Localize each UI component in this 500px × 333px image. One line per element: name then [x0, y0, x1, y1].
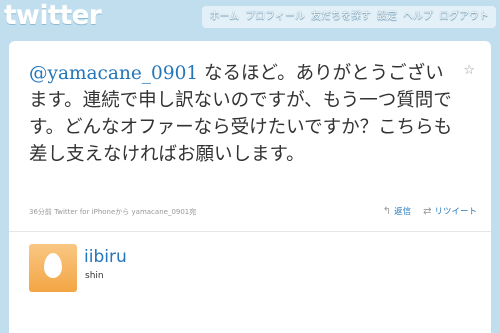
default-egg-icon — [44, 253, 62, 278]
mention-link[interactable]: @yamacane_0901 — [29, 63, 198, 84]
divider — [9, 231, 491, 232]
author-screen-name-link[interactable]: iibiru — [84, 247, 127, 267]
nav-help-link[interactable]: ヘルプ — [400, 6, 436, 28]
tweet-text: @yamacane_0901 なるほど。ありがとうございます。連続で申し訳ないの… — [29, 60, 461, 168]
retweet-button[interactable]: ⇄ リツイート — [423, 205, 477, 218]
retweet-icon: ⇄ — [423, 205, 432, 217]
retweet-label: リツイート — [434, 207, 477, 217]
favorite-star-icon[interactable]: ☆ — [463, 63, 475, 78]
nav-find-friends-link[interactable]: 友だちを探す — [308, 6, 374, 28]
author-full-name: shin — [85, 271, 104, 281]
avatar[interactable] — [29, 244, 77, 292]
top-navigation: ホーム プロフィール 友だちを探す 設定 ヘルプ ログアウト — [202, 6, 496, 28]
tweet-actions: ↰ 返信 ⇄ リツイート — [382, 205, 477, 218]
twitter-logo[interactable]: twitter — [4, 2, 104, 30]
nav-home-link[interactable]: ホーム — [206, 6, 242, 28]
tweet-card: @yamacane_0901 なるほど。ありがとうございます。連続で申し訳ないの… — [9, 41, 491, 333]
reply-label: 返信 — [394, 207, 412, 217]
reply-arrow-icon: ↰ — [382, 205, 392, 217]
reply-button[interactable]: ↰ 返信 — [382, 205, 412, 218]
tweet-meta: 36分前 Twitter for iPhoneから yamacane_0901宛 — [29, 208, 197, 216]
nav-logout-link[interactable]: ログアウト — [436, 6, 492, 28]
nav-profile-link[interactable]: プロフィール — [242, 6, 308, 28]
nav-settings-link[interactable]: 設定 — [374, 6, 400, 28]
